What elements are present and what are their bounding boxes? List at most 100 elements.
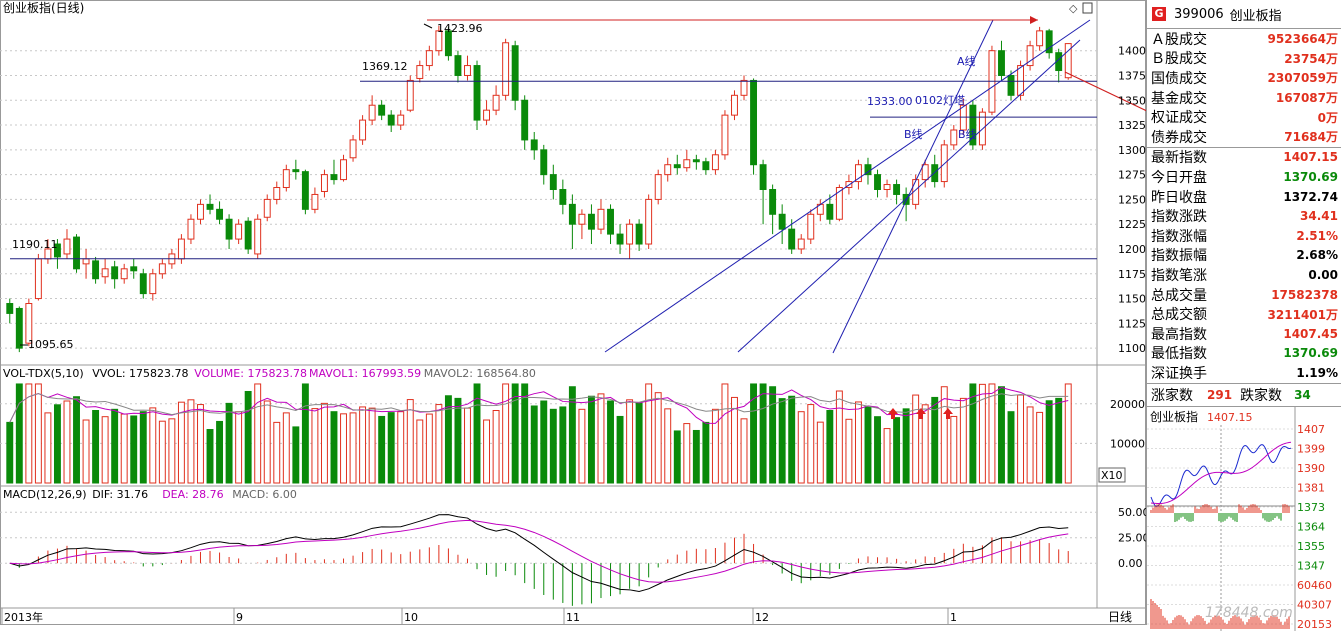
macd-tick-label: 0.00 [1118,557,1143,570]
volume-bar [998,386,1005,484]
stat-value: 3211401万 [1267,307,1338,322]
stat-label: 总成交额 [1151,307,1207,324]
volume-bar [320,402,328,484]
x-tick-label: 1 [950,611,957,624]
volume-bar [82,419,90,484]
index-code: 399006 [1174,6,1224,22]
price-annotation: 1423.96 [437,22,483,35]
candle-body [578,213,586,225]
price-annotation: B线 [958,127,977,141]
volume-bar [540,400,548,484]
candle-body [139,273,147,295]
volume-bar [950,415,958,484]
volume-bar [683,423,691,484]
volume-bar [301,383,309,484]
volume-legend: MAVOL1: 167993.59 [309,367,421,380]
volume-bar [263,400,271,484]
volume-bar [702,421,710,484]
candle-body [244,220,252,250]
stat-label: Ｂ股成交 [1151,51,1207,68]
dea-line [9,519,1069,583]
stat-value: 167087万 [1275,91,1338,106]
stat-value: 2.51% [1296,228,1338,243]
volume-layer [6,383,1072,484]
candle-body [874,174,881,190]
price-annotation: A线 [957,54,976,68]
candle-body [731,94,738,116]
index-name: 创业板指 [1229,8,1282,24]
volume-bar [902,408,910,484]
candle-body [216,208,224,220]
stat-value: 34.41 [1300,209,1338,224]
candle-body [63,238,71,255]
stat-row: 总成交额 3211401万 [1147,304,1341,324]
price-tick-label: 1225 [1118,218,1146,231]
advance-decline: 涨家数 291 跌家数 34 [1147,384,1341,407]
volume-bar [626,399,634,484]
volume-bar [483,419,491,484]
intraday-mini-chart[interactable]: 创业板指 1407.15 1407 1399 1390 1381 1373 1364 1355 1… [1147,406,1341,631]
candle-body [177,238,185,260]
x-tick-label: 2013年 [4,610,43,624]
kline-chart[interactable]: 1100 1125 1150 1175 1200 1225 1250 1275 1300 1325… [0,0,1146,625]
turnover-section: Ａ股成交 9523664万 Ｂ股成交 23754万 国债成交 2307059万 基金成交 16… [1147,29,1341,148]
x-tick-label: 9 [236,611,243,624]
stat-value: 9523664万 [1267,32,1338,47]
stat-value: 1.19% [1296,365,1338,380]
volume-bar [397,411,405,484]
price-tick-label: 1400 [1118,45,1146,58]
stat-label: Ａ股成交 [1151,31,1207,48]
volume-bar [597,393,605,484]
volume-bar [1026,406,1034,484]
stat-label: 指数振幅 [1151,248,1207,265]
volume-bar [311,408,319,484]
volume-bar [807,404,815,484]
chart-title: 创业板指(日线) [3,0,84,15]
stat-row: Ａ股成交 9523664万 [1147,29,1341,49]
candle-body [454,55,462,76]
candle-body [34,258,42,300]
candle-body [416,65,424,79]
stat-label: 权证成交 [1151,110,1207,127]
volume-bar [92,410,100,484]
candle-body [750,79,758,166]
stat-label: 指数涨跌 [1151,209,1207,226]
candle-body [807,213,815,240]
mini-tick-label: 40307 [1297,598,1332,611]
volume-bar [130,415,138,484]
volume-bar [349,412,357,484]
stat-value: 1407.15 [1283,150,1338,165]
stat-label: 今日开盘 [1151,169,1207,186]
volume-bar [759,383,767,484]
price-tick-label: 1325 [1118,119,1146,132]
candle-body [654,174,662,200]
quote-header: G 399006 创业板指 [1147,0,1341,29]
volume-bar [6,421,14,484]
stat-value: 1372.74 [1283,189,1338,204]
candle-body [387,114,395,126]
candle-body [1036,30,1044,47]
volume-bar [425,413,433,484]
candle-body [568,203,576,225]
macd-tick-label: 25.00 [1118,532,1146,545]
volume-bar [1055,397,1063,484]
stat-value: 1370.69 [1283,346,1338,361]
stat-row: 债券成交 71684万 [1147,127,1341,147]
down-count: 34 [1294,387,1311,402]
volume-bar [559,406,567,484]
candle-body [759,164,767,190]
diamond-icon: ◇ [1069,2,1078,15]
mini-tick-label: 1407 [1297,423,1325,436]
price-annotation: 1190.11 [12,238,58,251]
volume-bar [149,407,157,484]
volume-bar [912,394,920,484]
stat-value: 1370.69 [1283,169,1338,184]
stat-label: 基金成交 [1151,90,1207,107]
volume-bar [769,386,777,484]
candle-body [359,119,367,141]
mini-tick-label: 1364 [1297,520,1325,533]
volume-bar [664,408,672,484]
candle-body [721,114,729,156]
candle-body [549,174,557,190]
volume-bar [816,421,824,484]
